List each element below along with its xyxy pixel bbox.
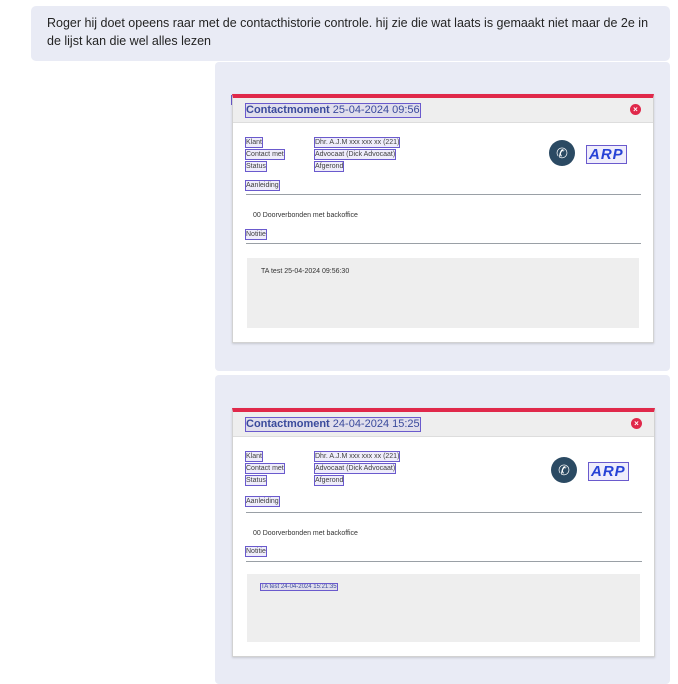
field-label: Contact met [245, 463, 285, 474]
field-value: Advocaat (Dick Advocaat) [313, 463, 397, 474]
notitie-text: TA test 24-04-2024 15:21:35 [260, 583, 338, 591]
card-title-timestamp: 24-04-2024 15:25 [332, 418, 420, 430]
contact-card: Contactmoment 24-04-2024 15:25 × Klant D… [232, 408, 655, 657]
card-header: Contactmoment 25-04-2024 09:56 × [233, 98, 653, 123]
close-icon[interactable]: × [630, 104, 641, 115]
arp-logo: ARP [588, 462, 629, 481]
field-label: Status [245, 475, 267, 486]
phone-icon: ✆ [549, 140, 575, 166]
notitie-box: TA test 24-04-2024 15:21:35 [247, 574, 640, 642]
image-attachment-2[interactable]: Contactmoment 24-04-2024 15:25 × Klant D… [215, 375, 670, 684]
field-label: Contact met [245, 149, 285, 160]
aanleiding-text: 00 Doorverbonden met backoffice [253, 530, 358, 537]
message-text: Roger hij doet opeens raar met de contac… [47, 16, 649, 48]
arp-logo: ARP [586, 145, 627, 164]
close-icon[interactable]: × [631, 418, 642, 429]
card-header: Contactmoment 24-04-2024 15:25 × [233, 412, 654, 437]
notitie-box: TA test 25-04-2024 09:56:30 [247, 258, 639, 328]
divider [246, 194, 641, 195]
field-value: Afgerond [313, 161, 345, 172]
divider [246, 512, 642, 513]
card-title: Contactmoment 24-04-2024 15:25 [245, 417, 421, 432]
chat-message-bubble: Roger hij doet opeens raar met de contac… [31, 6, 670, 61]
aanleiding-label: Aanleiding [245, 180, 280, 191]
notitie-label: Notitie [245, 546, 267, 557]
notitie-label: Notitie [245, 229, 267, 240]
field-label: Klant [245, 137, 263, 148]
field-value: Dhr. A.J.M xxx xxx xx (221) [313, 137, 401, 148]
card-title: Contactmoment 25-04-2024 09:56 [245, 103, 421, 118]
image-attachment-1[interactable]: Contactmoment 25-04-2024 09:56 × Klant D… [215, 62, 670, 371]
phone-icon: ✆ [551, 457, 577, 483]
field-value: Advocaat (Dick Advocaat) [313, 149, 397, 160]
field-value: Afgerond [313, 475, 345, 486]
contact-card: Contactmoment 25-04-2024 09:56 × Klant D… [232, 94, 654, 343]
card-title-label: Contactmoment [246, 104, 330, 116]
field-label: Status [245, 161, 267, 172]
aanleiding-label: Aanleiding [245, 496, 280, 507]
divider [246, 243, 641, 244]
notitie-text: TA test 25-04-2024 09:56:30 [261, 268, 350, 275]
card-title-timestamp: 25-04-2024 09:56 [332, 104, 420, 116]
card-title-label: Contactmoment [246, 418, 330, 430]
field-value: Dhr. A.J.M xxx xxx xx (221) [313, 451, 401, 462]
aanleiding-text: 00 Doorverbonden met backoffice [253, 212, 358, 219]
divider [246, 561, 642, 562]
field-label: Klant [245, 451, 263, 462]
